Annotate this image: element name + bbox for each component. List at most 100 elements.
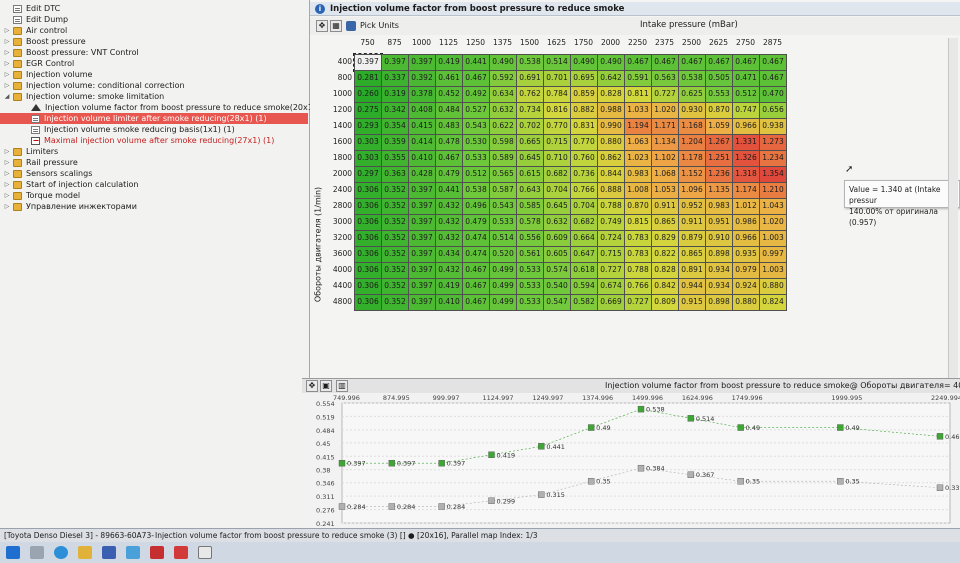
map-cell[interactable]: 0.432	[435, 262, 463, 279]
app-icon[interactable]	[150, 546, 164, 559]
windows-start-icon[interactable]	[6, 546, 20, 559]
map-cell[interactable]: 0.618	[570, 262, 598, 279]
map-cell[interactable]: 1.210	[759, 182, 787, 199]
map-cell[interactable]: 0.747	[732, 102, 760, 119]
map-cell[interactable]: 0.770	[543, 118, 571, 135]
map-cell[interactable]: 1.135	[705, 182, 733, 199]
map-cell[interactable]: 0.533	[516, 262, 544, 279]
map-cell[interactable]: 0.966	[732, 230, 760, 247]
map-cell[interactable]: 0.656	[759, 102, 787, 119]
map-cell[interactable]: 0.734	[516, 102, 544, 119]
map-cell[interactable]: 0.490	[570, 54, 598, 71]
tree-item[interactable]: ▷ Boost pressure	[4, 36, 86, 47]
map-cell[interactable]: 0.397	[408, 214, 436, 231]
map-cell[interactable]: 0.986	[732, 214, 760, 231]
map-cell[interactable]: 0.930	[678, 102, 706, 119]
map-cell[interactable]: 1.152	[678, 166, 706, 183]
map-cell[interactable]: 0.898	[705, 246, 733, 263]
map-cell[interactable]: 0.483	[435, 118, 463, 135]
map-cell[interactable]: 0.556	[516, 230, 544, 247]
map-cell[interactable]: 0.561	[516, 246, 544, 263]
map-cell[interactable]: 0.533	[516, 278, 544, 295]
map-cell[interactable]: 0.514	[489, 230, 517, 247]
map-cell[interactable]: 0.306	[354, 182, 382, 199]
map-cell[interactable]: 1.204	[678, 134, 706, 151]
map-cell[interactable]: 0.499	[489, 262, 517, 279]
map-cell[interactable]: 0.397	[408, 294, 436, 311]
map-cell[interactable]: 0.831	[570, 118, 598, 135]
map-cell[interactable]: 0.538	[678, 70, 706, 87]
map-cell[interactable]: 0.359	[381, 134, 409, 151]
map-cell[interactable]: 0.512	[732, 86, 760, 103]
map-cell[interactable]: 0.499	[489, 278, 517, 295]
map-cell[interactable]: 0.306	[354, 294, 382, 311]
map-cell[interactable]: 0.788	[624, 262, 652, 279]
map-cell[interactable]: 0.934	[705, 278, 733, 295]
map-cell[interactable]: 0.695	[570, 70, 598, 87]
map-cell[interactable]: 0.306	[354, 230, 382, 247]
tree-item[interactable]: ◢ Injection volume: smoke limitation	[4, 91, 165, 102]
map-cell[interactable]: 0.306	[354, 214, 382, 231]
map-cell[interactable]: 0.499	[489, 294, 517, 311]
map-cell[interactable]: 0.664	[570, 230, 598, 247]
map-cell[interactable]: 0.682	[570, 214, 598, 231]
map-cell[interactable]: 0.474	[462, 246, 490, 263]
map-cell[interactable]: 1.059	[705, 118, 733, 135]
map-cell[interactable]: 0.354	[381, 118, 409, 135]
map-cell[interactable]: 0.880	[597, 134, 625, 151]
map-cell[interactable]: 0.647	[570, 246, 598, 263]
map-cell[interactable]: 0.944	[678, 278, 706, 295]
map-cell[interactable]: 1.043	[759, 198, 787, 215]
map-cell[interactable]: 0.306	[354, 198, 382, 215]
map-cell[interactable]: 1.236	[705, 166, 733, 183]
map-cell[interactable]: 0.879	[678, 230, 706, 247]
map-cell[interactable]: 0.715	[543, 134, 571, 151]
map-cell[interactable]: 0.397	[408, 54, 436, 71]
map-cell[interactable]: 1.267	[705, 134, 733, 151]
map-cell[interactable]: 1.020	[651, 102, 679, 119]
collapse-arrow-icon[interactable]: ◢	[4, 91, 10, 102]
map-cell[interactable]: 0.882	[570, 102, 598, 119]
map-cell[interactable]: 0.816	[543, 102, 571, 119]
map-cell[interactable]: 0.553	[705, 86, 733, 103]
map-cell[interactable]: 0.467	[759, 70, 787, 87]
pick-units-button[interactable]: Pick Units	[346, 20, 399, 32]
vertical-scrollbar[interactable]	[948, 38, 958, 378]
map-cell[interactable]: 0.594	[570, 278, 598, 295]
map-cell[interactable]: 0.749	[597, 214, 625, 231]
tree-item[interactable]: Injection volume limiter after smoke red…	[0, 113, 308, 124]
expand-arrow-icon[interactable]: ▷	[4, 179, 10, 190]
table-view-icon[interactable]: ▥	[336, 380, 348, 392]
map-cell[interactable]: 0.543	[489, 198, 517, 215]
map-cell[interactable]: 0.467	[462, 294, 490, 311]
map-cell[interactable]: 0.674	[597, 278, 625, 295]
map-cell[interactable]: 0.410	[435, 294, 463, 311]
map-cell[interactable]: 0.582	[570, 294, 598, 311]
map-cell[interactable]: 0.898	[705, 294, 733, 311]
map-cell[interactable]: 0.352	[381, 294, 409, 311]
map-cell[interactable]: 0.783	[624, 246, 652, 263]
map-cell[interactable]: 0.598	[489, 134, 517, 151]
map-cell[interactable]: 0.952	[678, 198, 706, 215]
map-cell[interactable]: 0.824	[759, 294, 787, 311]
map-cell[interactable]: 0.484	[435, 102, 463, 119]
map-cell[interactable]: 0.496	[462, 198, 490, 215]
map-cell[interactable]: 0.788	[597, 198, 625, 215]
map-cell[interactable]: 0.966	[732, 118, 760, 135]
map-cell[interactable]: 0.784	[543, 86, 571, 103]
map-cell[interactable]: 0.419	[435, 278, 463, 295]
map-cell[interactable]: 0.337	[381, 70, 409, 87]
expand-arrow-icon[interactable]: ▷	[4, 146, 10, 157]
map-cell[interactable]: 0.293	[354, 118, 382, 135]
map-cell[interactable]: 0.505	[705, 70, 733, 87]
map-cell[interactable]: 1.063	[624, 134, 652, 151]
map-cell[interactable]: 0.565	[489, 166, 517, 183]
map-cell[interactable]: 0.512	[462, 166, 490, 183]
map-cell[interactable]: 0.467	[678, 54, 706, 71]
map-cell[interactable]: 0.811	[624, 86, 652, 103]
map-cell[interactable]: 0.352	[381, 278, 409, 295]
map-cell[interactable]: 0.543	[462, 118, 490, 135]
map-cell[interactable]: 0.762	[516, 86, 544, 103]
map-cell[interactable]: 0.643	[516, 182, 544, 199]
map-cell[interactable]: 0.625	[678, 86, 706, 103]
